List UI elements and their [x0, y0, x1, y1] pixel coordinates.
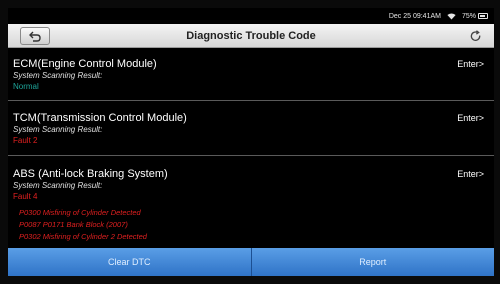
- status-bar: Dec 25 09:41AM 75%: [8, 8, 494, 24]
- status-time: Dec 25 09:41AM: [388, 12, 441, 20]
- back-arrow-icon: [29, 31, 41, 42]
- footer-bar: Clear DTC Report: [8, 248, 494, 276]
- module-list: ECM(Engine Control Module) System Scanni…: [8, 49, 494, 248]
- clear-dtc-button[interactable]: Clear DTC: [8, 248, 252, 276]
- battery-percent: 75%: [461, 12, 476, 20]
- module-status: Normal: [13, 82, 39, 91]
- module-subtitle: System Scanning Result:: [13, 125, 103, 134]
- list-item-abs[interactable]: ABS (Anti-lock Braking System) System Sc…: [8, 156, 494, 248]
- module-name: ECM(Engine Control Module): [13, 58, 157, 70]
- list-item-tcm[interactable]: TCM(Transmission Control Module) System …: [8, 101, 494, 156]
- refresh-button[interactable]: [466, 28, 484, 44]
- module-name: ABS (Anti-lock Braking System): [13, 168, 168, 180]
- list-item-ecm[interactable]: ECM(Engine Control Module) System Scanni…: [8, 49, 494, 101]
- battery-icon: [478, 13, 488, 19]
- fault-code: P0300 Misfiring of Cylinder Detected: [19, 208, 141, 217]
- battery-indicator: 75%: [462, 13, 488, 20]
- module-status: Fault 4: [13, 192, 38, 201]
- module-name: TCM(Transmission Control Module): [13, 112, 187, 124]
- back-button[interactable]: [20, 27, 50, 45]
- module-subtitle: System Scanning Result:: [13, 71, 103, 80]
- fault-code: P0087 P0171 Bank Block (2007): [19, 220, 128, 229]
- screen: Dec 25 09:41AM 75% Diagnostic Trouble Co…: [8, 8, 494, 276]
- wifi-icon: [447, 13, 456, 20]
- fault-code: P0302 Misfiring of Cylinder 2 Detected: [19, 232, 147, 241]
- enter-button[interactable]: Enter>: [457, 113, 484, 123]
- report-button[interactable]: Report: [251, 248, 494, 276]
- page-title: Diagnostic Trouble Code: [186, 29, 316, 42]
- module-subtitle: System Scanning Result:: [13, 181, 103, 190]
- refresh-icon: [470, 29, 480, 41]
- enter-button[interactable]: Enter>: [457, 59, 484, 69]
- module-status: Fault 2: [13, 136, 38, 145]
- enter-button[interactable]: Enter>: [457, 169, 484, 179]
- title-bar: Diagnostic Trouble Code: [8, 24, 494, 48]
- device-frame: Dec 25 09:41AM 75% Diagnostic Trouble Co…: [0, 0, 500, 284]
